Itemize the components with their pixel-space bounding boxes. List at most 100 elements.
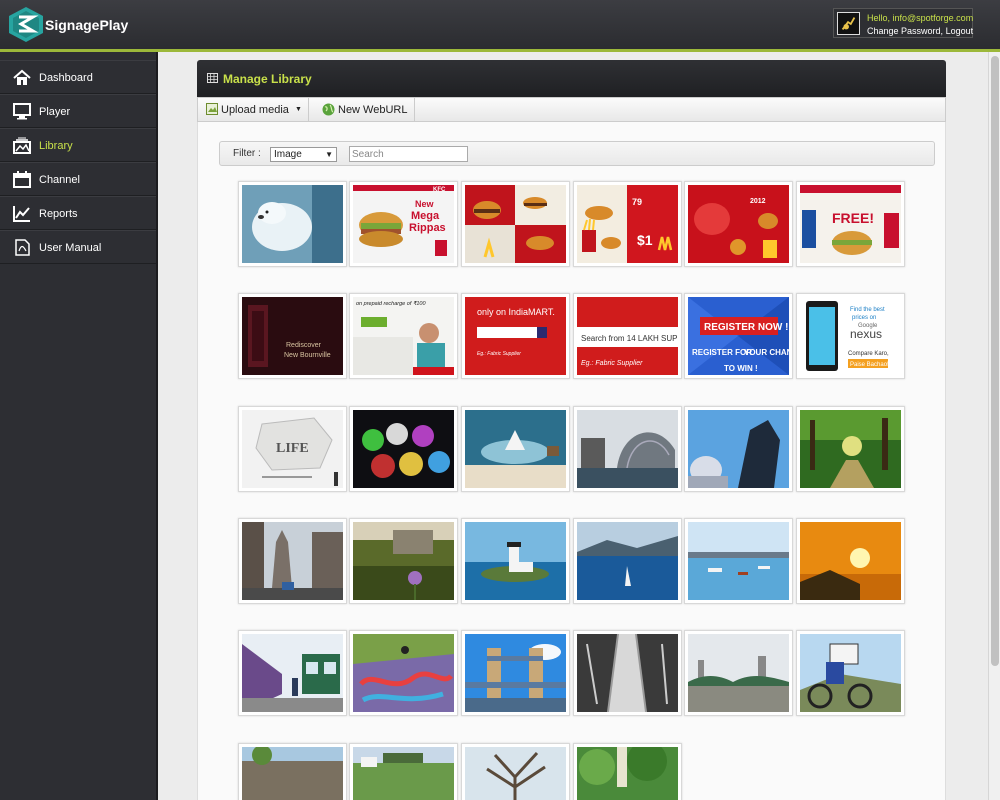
thumb-image xyxy=(465,747,566,800)
thumb-image xyxy=(242,747,343,800)
ad-text: FREE! xyxy=(832,210,874,226)
filter-selected-value: Image xyxy=(274,149,302,160)
media-thumb-indiamart-search[interactable]: only on IndiaMART. Eg.: Fabric Supplier xyxy=(461,293,570,379)
filter-bar: Filter : Image ▼ xyxy=(219,141,935,166)
chart-icon xyxy=(13,206,30,222)
ad-text: Mega xyxy=(411,210,440,222)
ad-text: 79 xyxy=(632,197,642,207)
ad-text: Find the best xyxy=(850,307,885,313)
ad-text: on prepaid recharge of ₹100 xyxy=(356,300,426,307)
brand-name: SignagePlay xyxy=(45,17,129,33)
thumb-image xyxy=(577,522,678,600)
logout-link[interactable]: Logout xyxy=(946,26,974,36)
pdf-icon xyxy=(15,239,30,256)
media-thumb-kfc-mega-rippas[interactable]: New Mega Rippas KFC xyxy=(349,181,458,267)
media-thumb-statue[interactable] xyxy=(684,406,793,492)
user-avatar[interactable] xyxy=(837,12,860,35)
media-thumb-mcdonalds-2012[interactable]: 2012 xyxy=(684,181,793,267)
media-thumb-stone-bridge[interactable] xyxy=(238,743,347,800)
media-thumb-cyclist[interactable] xyxy=(796,630,905,716)
ad-text: Paise Bachao! xyxy=(850,362,889,368)
ad-text: Eg.: Fabric Supplier xyxy=(581,360,643,367)
ad-text: New xyxy=(415,199,435,209)
library-icon xyxy=(13,137,31,154)
thumb-image xyxy=(242,634,343,712)
ad-text: nexus xyxy=(850,327,882,341)
change-password-link[interactable]: Change Password xyxy=(867,26,941,36)
page-scrollbar[interactable] xyxy=(988,52,1000,800)
media-thumb-register-now[interactable]: REGISTER NOW ! REGISTER FOR YOUR CHANCE … xyxy=(684,293,793,379)
media-thumb-ship-bottle[interactable] xyxy=(461,406,570,492)
thumb-image xyxy=(800,634,901,712)
filter-label: Filter : xyxy=(233,148,261,159)
media-thumb-bare-tree[interactable] xyxy=(461,743,570,800)
sidebar-item-reports[interactable]: Reports xyxy=(0,196,156,230)
ad-text: LIFE xyxy=(276,441,309,456)
new-weburl-button[interactable]: New WebURL xyxy=(309,98,415,121)
sidebar-item-label: Dashboard xyxy=(39,72,93,84)
media-thumb-glasgow-armadillo[interactable] xyxy=(573,406,682,492)
sidebar-item-user-manual[interactable]: User Manual xyxy=(0,230,156,264)
thumb-image: Rediscover New Bournville xyxy=(242,297,343,375)
media-thumb-graffiti-bike[interactable] xyxy=(349,630,458,716)
filter-type-select[interactable]: Image ▼ xyxy=(270,147,337,162)
media-thumb-train-station[interactable] xyxy=(238,630,347,716)
media-thumb-nexus7[interactable]: Find the best prices on Google nexus Com… xyxy=(796,293,905,379)
media-thumb-kfc-free[interactable]: FREE! xyxy=(796,181,905,267)
thumb-image: FREE! xyxy=(800,185,901,263)
media-thumb-river-bridge[interactable] xyxy=(684,630,793,716)
media-thumb-edinburgh-street[interactable] xyxy=(238,518,347,604)
ad-text: Compare Karo, xyxy=(848,351,889,357)
media-thumb-life-paper[interactable]: LIFE xyxy=(238,406,347,492)
thumb-image: Find the best prices on Google nexus Com… xyxy=(800,297,901,375)
thumb-image xyxy=(353,634,454,712)
media-thumb-escalators[interactable] xyxy=(573,630,682,716)
search-input[interactable] xyxy=(349,146,468,162)
media-thumb-lighthouse[interactable] xyxy=(461,518,570,604)
media-thumb-castle-thistle[interactable] xyxy=(349,518,458,604)
sidebar: Dashboard Player Library Channel Reports… xyxy=(0,52,156,800)
sidebar-item-library[interactable]: Library xyxy=(0,128,156,162)
media-thumb-indiamart-supplier[interactable]: Search from 14 LAKH SUPPLI Eg.: Fabric S… xyxy=(573,293,682,379)
media-thumb-glass-balls[interactable] xyxy=(349,406,458,492)
scrollbar-thumb[interactable] xyxy=(991,56,999,666)
thumb-image xyxy=(353,522,454,600)
sidebar-item-dashboard[interactable]: Dashboard xyxy=(0,60,156,94)
media-thumb-harbor[interactable] xyxy=(684,518,793,604)
media-thumb-forest-path[interactable] xyxy=(796,406,905,492)
media-thumb-mcdonalds-combo[interactable]: 79 $1 xyxy=(573,181,682,267)
page-title: Manage Library xyxy=(223,72,312,86)
upload-icon xyxy=(206,103,218,115)
monitor-icon xyxy=(13,103,31,120)
thumb-image xyxy=(577,747,678,800)
media-thumb-garden[interactable] xyxy=(573,743,682,800)
upload-media-button[interactable]: Upload media ▼ xyxy=(198,98,309,121)
chevron-down-icon: ▼ xyxy=(295,106,302,113)
thumb-image xyxy=(465,522,566,600)
thumb-image xyxy=(465,634,566,712)
media-thumb-country-house[interactable] xyxy=(349,743,458,800)
sidebar-item-channel[interactable]: Channel xyxy=(0,162,156,196)
globe-icon xyxy=(322,103,335,116)
ad-text: Rediscover xyxy=(286,342,322,349)
media-thumb-polar-bear[interactable] xyxy=(238,181,347,267)
thumb-image xyxy=(577,634,678,712)
kfc-logo-text: KFC xyxy=(433,187,446,193)
media-thumb-mcdonalds-burgers[interactable] xyxy=(461,181,570,267)
media-thumb-tower-bridge[interactable] xyxy=(461,630,570,716)
top-header: SignagePlay Hello, info@spotforge.com Ch… xyxy=(0,0,1000,49)
sidebar-item-label: Channel xyxy=(39,174,80,186)
media-thumb-recharge-ad[interactable]: on prepaid recharge of ₹100 xyxy=(349,293,458,379)
media-thumb-bournville[interactable]: Rediscover New Bournville xyxy=(238,293,347,379)
user-greeting: Hello, info@spotforge.com xyxy=(867,13,974,23)
ad-text: prices on xyxy=(852,315,876,321)
media-thumb-sailboat[interactable] xyxy=(573,518,682,604)
media-thumb-sunset[interactable] xyxy=(796,518,905,604)
thumb-image: New Mega Rippas KFC xyxy=(353,185,454,263)
ad-text: Rippas xyxy=(409,222,446,234)
signageplay-logo[interactable] xyxy=(9,7,43,42)
grid-icon xyxy=(207,73,218,83)
sidebar-item-player[interactable]: Player xyxy=(0,94,156,128)
ad-text: Search from 14 LAKH SUPPLI xyxy=(581,334,678,343)
sidebar-item-label: User Manual xyxy=(39,242,102,254)
